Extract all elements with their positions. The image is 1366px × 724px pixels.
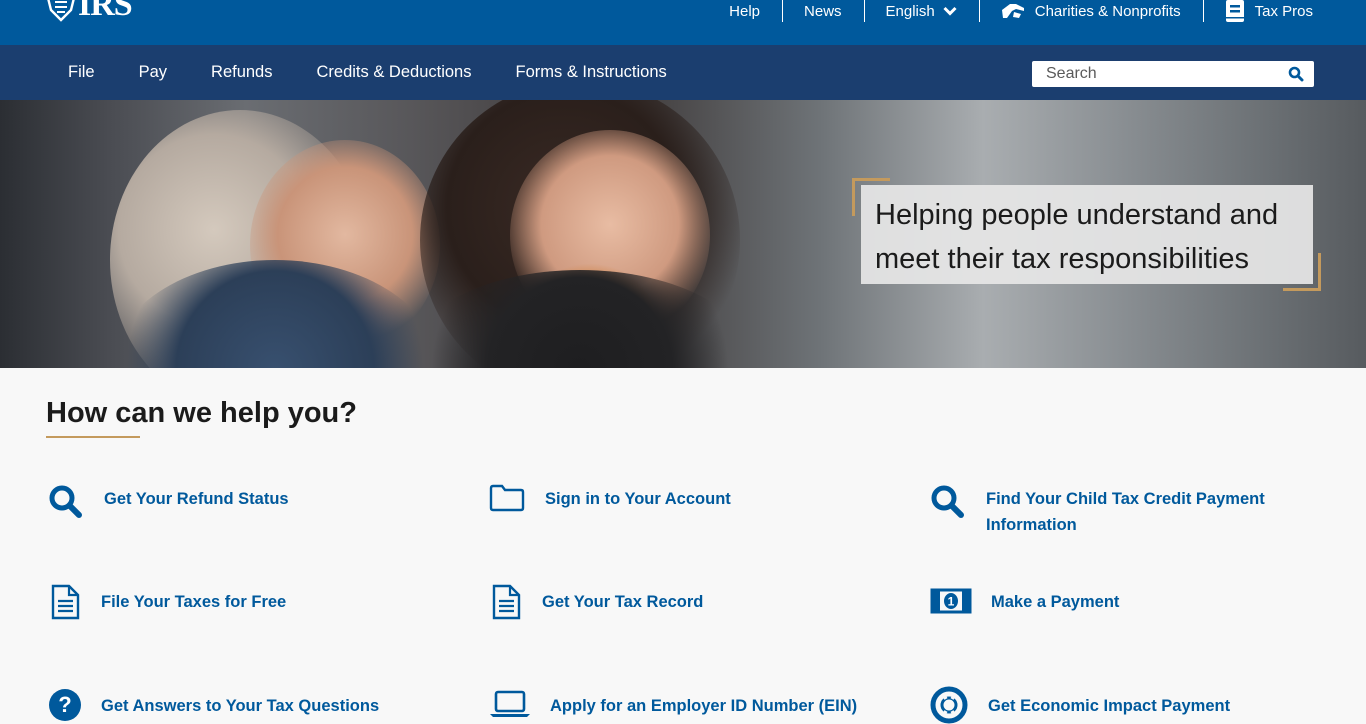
hero-banner: Helping people understand and meet their…	[0, 100, 1366, 368]
tile-refund-status[interactable]: Get Your Refund Status	[46, 484, 289, 518]
tile-tax-record[interactable]: Get Your Tax Record	[487, 584, 703, 620]
lifebuoy-icon	[928, 686, 970, 724]
tile-tax-questions[interactable]: ? Get Answers to Your Tax Questions	[46, 688, 379, 722]
tax-pros-link[interactable]: Tax Pros	[1202, 0, 1313, 22]
charities-link[interactable]: Charities & Nonprofits	[978, 0, 1203, 22]
search-icon	[928, 484, 968, 518]
tile-sign-in[interactable]: Sign in to Your Account	[487, 484, 731, 512]
search-icon[interactable]	[1288, 66, 1304, 87]
tile-label: Make a Payment	[991, 593, 1120, 611]
document-icon	[487, 584, 524, 620]
main-nav: File Pay Refunds Credits & Deductions Fo…	[0, 45, 1366, 100]
laptop-icon	[487, 690, 532, 718]
search-input[interactable]	[1032, 65, 1272, 83]
tile-label: Get Your Refund Status	[104, 490, 289, 508]
utility-bar: IRS Help News English Charities & Nonpro…	[0, 0, 1366, 45]
tax-pros-label: Tax Pros	[1254, 2, 1313, 20]
news-link-label: News	[804, 2, 842, 20]
svg-text:?: ?	[58, 692, 71, 717]
language-selector[interactable]: English	[863, 0, 979, 22]
tile-make-payment[interactable]: 1 Make a Payment	[928, 588, 1119, 615]
news-link[interactable]: News	[782, 0, 864, 22]
tile-label: Sign in to Your Account	[545, 490, 731, 508]
question-icon: ?	[46, 688, 83, 722]
irs-logo[interactable]: IRS	[46, 0, 133, 23]
nav-item-forms-instructions[interactable]: Forms & Instructions	[494, 63, 689, 82]
tagline-box: Helping people understand and meet their…	[861, 185, 1313, 284]
utility-nav: Help News English Charities & Nonprofits	[707, 0, 1313, 22]
hero-tagline: Helping people understand and meet their…	[875, 199, 1279, 275]
tile-label: Get Answers to Your Tax Questions	[101, 697, 380, 715]
tile-apply-ein[interactable]: Apply for an Employer ID Number (EIN)	[487, 690, 857, 719]
tile-label: File Your Taxes for Free	[101, 593, 287, 611]
tile-label: Get Your Tax Record	[542, 593, 704, 611]
book-icon	[1225, 0, 1245, 22]
help-heading: How can we help you?	[46, 397, 357, 429]
chevron-down-icon	[943, 6, 957, 16]
nav-item-pay[interactable]: Pay	[117, 63, 189, 82]
nav-item-refunds[interactable]: Refunds	[189, 63, 294, 82]
handshake-icon	[1001, 1, 1025, 21]
help-link[interactable]: Help	[707, 0, 782, 22]
logo-text: IRS	[78, 0, 133, 23]
tile-label: Find Your Child Tax Credit Payment Infor…	[986, 490, 1265, 534]
folder-icon	[487, 484, 527, 512]
tile-child-tax-credit[interactable]: Find Your Child Tax Credit Payment Infor…	[928, 484, 1286, 538]
nav-item-credits-deductions[interactable]: Credits & Deductions	[295, 63, 494, 82]
main-nav-list: File Pay Refunds Credits & Deductions Fo…	[46, 45, 689, 100]
tile-file-free[interactable]: File Your Taxes for Free	[46, 584, 286, 620]
tile-economic-impact[interactable]: Get Economic Impact Payment	[928, 686, 1230, 724]
money-icon: 1	[928, 588, 973, 614]
document-icon	[46, 584, 83, 620]
search-box	[1032, 61, 1314, 87]
svg-text:1: 1	[947, 595, 954, 609]
search-icon	[46, 484, 86, 518]
help-link-label: Help	[729, 2, 761, 20]
tile-label: Apply for an Employer ID Number (EIN)	[550, 697, 858, 715]
language-label: English	[885, 2, 935, 20]
tile-label: Get Economic Impact Payment	[988, 697, 1231, 715]
heading-underline	[46, 436, 140, 438]
nav-item-file[interactable]: File	[46, 63, 117, 82]
charities-label: Charities & Nonprofits	[1034, 2, 1181, 20]
eagle-icon	[47, 0, 75, 22]
